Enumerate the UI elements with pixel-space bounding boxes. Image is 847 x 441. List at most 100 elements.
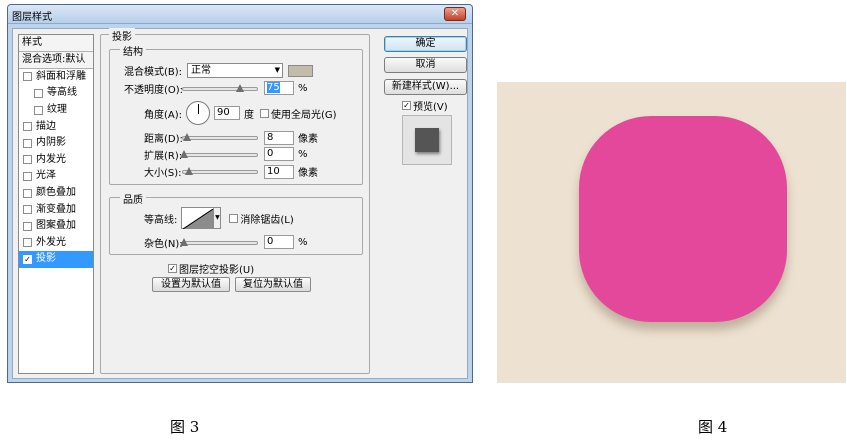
reset-default-button[interactable]: 复位为默认值 <box>235 277 311 292</box>
size-label: 大小(S): <box>144 168 182 179</box>
noise-slider-thumb[interactable] <box>180 238 188 246</box>
angle-dial[interactable] <box>186 101 211 125</box>
opacity-unit: % <box>298 82 308 94</box>
spread-row: 扩展(R): <box>144 147 182 162</box>
style-list-item[interactable]: 渐变叠加 <box>19 201 93 218</box>
opacity-slider[interactable] <box>182 84 258 92</box>
style-checkbox[interactable] <box>23 205 32 215</box>
dialog-title: 图层样式 <box>12 12 52 23</box>
style-list-item[interactable]: 图案叠加 <box>19 218 93 235</box>
style-list-item[interactable]: 外发光 <box>19 235 93 252</box>
style-list-header[interactable]: 样式 <box>19 35 93 52</box>
dialog-client-area: 样式 混合选项:默认 斜面和浮雕等高线纹理描边内阴影内发光光泽颜色叠加渐变叠加图… <box>12 28 468 379</box>
style-list-item-label: 内发光 <box>36 153 66 165</box>
style-checkbox[interactable] <box>23 221 32 231</box>
global-light-label: 使用全局光(G) <box>271 109 337 121</box>
style-checkbox[interactable] <box>23 188 32 198</box>
shadow-color-swatch[interactable] <box>288 64 314 77</box>
opacity-input-row: 75 % <box>264 81 308 95</box>
structure-group: 结构 混合模式(B): 正常 ▼ 不透明度(O): 75 % 角度(A): 90… <box>109 43 363 185</box>
size-slider-thumb[interactable] <box>185 167 193 175</box>
preview-label: 预览(V) <box>413 102 448 113</box>
spread-unit: % <box>298 148 308 160</box>
style-checkbox[interactable] <box>34 88 43 98</box>
size-slider[interactable] <box>182 167 258 175</box>
title-bar[interactable]: 图层样式 ✕ <box>8 5 472 24</box>
style-list-item-label: 外发光 <box>36 236 66 248</box>
preview-thumbnail <box>402 115 452 165</box>
style-checkbox[interactable] <box>23 122 32 132</box>
caption-figure-3: 图 3 <box>170 418 200 436</box>
style-list-item-label: 图案叠加 <box>36 220 76 232</box>
size-input[interactable]: 10 <box>264 164 294 179</box>
style-list-item-label: 内阴影 <box>36 137 66 149</box>
noise-row: 杂色(N): <box>144 235 183 250</box>
style-list-item[interactable]: 等高线 <box>19 85 93 102</box>
cancel-button[interactable]: 取消 <box>384 57 467 73</box>
style-checkbox[interactable] <box>23 171 32 181</box>
preview-checkbox[interactable]: ✓ <box>402 101 411 110</box>
style-list-item-label: 颜色叠加 <box>36 187 76 199</box>
distance-slider[interactable] <box>182 133 258 141</box>
rounded-square-shape <box>579 116 787 322</box>
opacity-slider-thumb[interactable] <box>236 84 244 92</box>
contour-dropdown-icon[interactable]: ▼ <box>213 208 221 228</box>
style-list: 样式 混合选项:默认 斜面和浮雕等高线纹理描边内阴影内发光光泽颜色叠加渐变叠加图… <box>18 34 94 374</box>
style-list-item[interactable]: 纹理 <box>19 102 93 119</box>
knockout-row: ✓ 图层挖空投影(U) <box>168 261 254 276</box>
distance-slider-thumb[interactable] <box>183 133 191 141</box>
angle-input[interactable]: 90 <box>214 106 241 120</box>
spread-slider[interactable] <box>180 150 258 158</box>
style-checkbox[interactable] <box>23 72 32 82</box>
spread-input-row: 0 % <box>264 147 308 161</box>
distance-label: 距离(D): <box>144 134 183 145</box>
contour-linear-icon <box>183 209 214 229</box>
style-checkbox[interactable] <box>34 105 43 115</box>
style-checkbox[interactable] <box>23 155 32 165</box>
style-list-item[interactable]: 颜色叠加 <box>19 185 93 202</box>
ok-button[interactable]: 确定 <box>384 36 467 52</box>
new-style-button[interactable]: 新建样式(W)... <box>384 79 467 95</box>
blend-mode-select[interactable]: 正常 ▼ <box>187 63 284 78</box>
chevron-down-icon: ▼ <box>274 66 281 74</box>
style-list-item-label: 斜面和浮雕 <box>36 70 86 82</box>
spread-label: 扩展(R): <box>144 151 183 162</box>
quality-group: 品质 等高线: ▼ 消除锯齿(L) 杂色(N): 0 % <box>109 191 363 255</box>
noise-slider[interactable] <box>180 238 258 246</box>
noise-input[interactable]: 0 <box>264 235 294 249</box>
spread-slider-thumb[interactable] <box>180 150 188 158</box>
global-light-checkbox[interactable] <box>260 108 270 118</box>
style-list-item-label: 纹理 <box>47 104 67 116</box>
close-button[interactable]: ✕ <box>444 7 466 21</box>
style-list-item[interactable]: 描边 <box>19 118 93 135</box>
knockout-checkbox[interactable]: ✓ <box>168 264 177 273</box>
angle-dial-needle <box>198 104 200 114</box>
style-list-item[interactable]: 光泽 <box>19 168 93 185</box>
opacity-input[interactable]: 75 <box>264 81 294 95</box>
result-canvas <box>497 82 846 383</box>
blending-options-item[interactable]: 混合选项:默认 <box>19 52 93 69</box>
style-list-item[interactable]: 斜面和浮雕 <box>19 69 93 86</box>
antialias-checkbox[interactable] <box>229 213 239 223</box>
contour-picker[interactable]: ▼ <box>181 207 222 229</box>
make-default-button[interactable]: 设置为默认值 <box>152 277 230 292</box>
style-checkbox[interactable] <box>23 238 32 248</box>
distance-input[interactable]: 8 <box>264 130 294 145</box>
distance-input-row: 8 像素 <box>264 130 318 145</box>
style-list-item-label: 描边 <box>36 120 56 132</box>
preview-row: ✓ 预览(V) <box>402 98 448 113</box>
style-checkbox[interactable] <box>23 138 32 148</box>
spread-input[interactable]: 0 <box>264 147 294 161</box>
style-list-item[interactable]: ✓ 投影 <box>19 251 93 268</box>
style-checkbox[interactable]: ✓ <box>23 254 32 264</box>
angle-unit: 度 <box>244 109 255 121</box>
style-list-item-label: 投影 <box>36 253 56 265</box>
distance-unit: 像素 <box>298 134 318 145</box>
opacity-label: 不透明度(O): <box>124 85 184 96</box>
quality-group-title: 品质 <box>120 191 146 206</box>
noise-input-row: 0 % <box>264 235 308 249</box>
style-list-item[interactable]: 内阴影 <box>19 135 93 152</box>
style-list-item[interactable]: 内发光 <box>19 152 93 169</box>
style-list-item-label: 光泽 <box>36 170 56 182</box>
blend-mode-value: 正常 <box>191 65 212 76</box>
